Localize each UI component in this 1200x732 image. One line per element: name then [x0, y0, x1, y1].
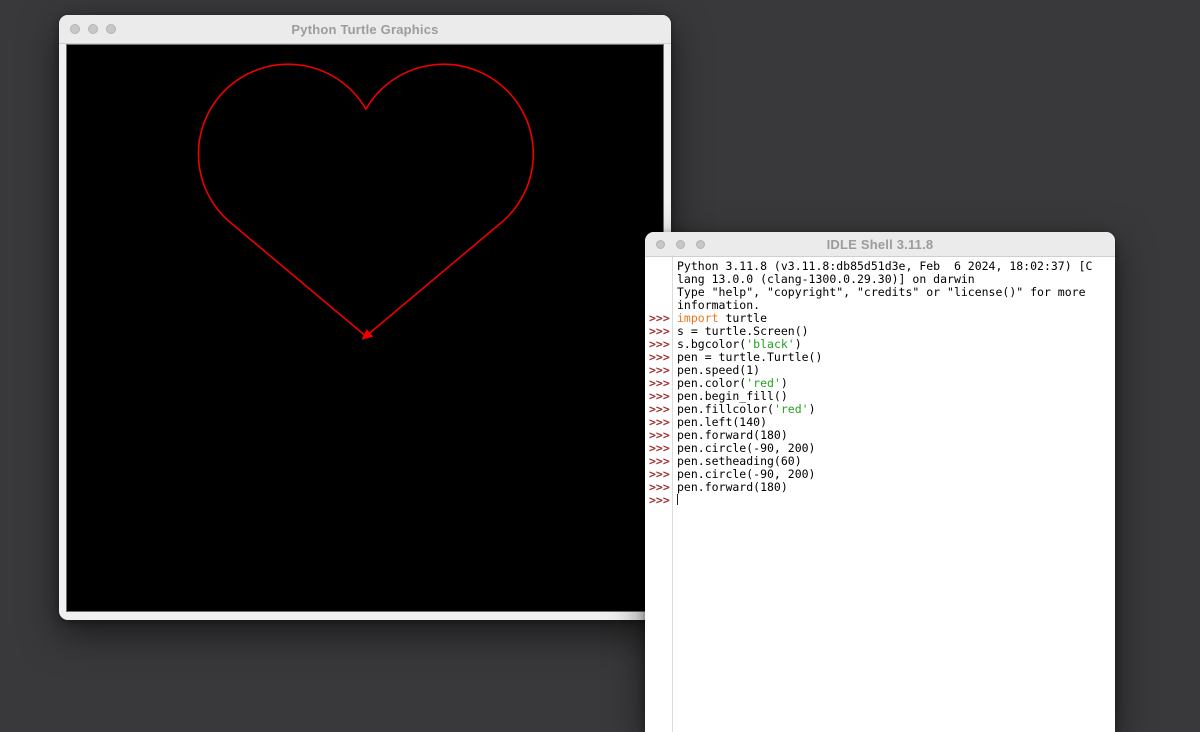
shell-gutter-blank [645, 286, 672, 299]
code-segment-text: ) [781, 376, 788, 390]
window-title: Python Turtle Graphics [291, 22, 438, 37]
shell-prompt: >>> [645, 494, 672, 507]
heart-drawing [198, 64, 533, 338]
turtle-canvas[interactable] [67, 45, 663, 611]
code-segment-text: pen.begin_fill() [677, 389, 788, 403]
code-segment-text: pen.circle(-90, 200) [677, 441, 815, 455]
code-segment-text: pen.color( [677, 376, 746, 390]
close-button[interactable] [656, 240, 665, 249]
window-title: IDLE Shell 3.11.8 [827, 237, 934, 252]
canvas-frame [66, 44, 664, 612]
code-segment-text: pen.speed(1) [677, 363, 760, 377]
text-caret [677, 494, 678, 505]
code-segment-text: pen.left(140) [677, 415, 767, 429]
window-controls [656, 232, 716, 256]
shell-output[interactable]: Python 3.11.8 (v3.11.8:db85d51d3e, Feb 6… [645, 257, 1115, 732]
code-segment-keyword: import [677, 311, 719, 325]
code-segment-text: turtle [719, 311, 767, 325]
shell-line: >>>pen.forward(180) [645, 481, 1115, 494]
gutter-divider [672, 257, 673, 732]
code-segment-text: lang 13.0.0 (clang-1300.0.29.30)] on dar… [677, 272, 975, 286]
code-segment-string: 'red' [774, 402, 809, 416]
turtle-graphics-window: Python Turtle Graphics [59, 15, 671, 620]
shell-line: >>> [645, 494, 1115, 507]
code-segment-text: pen.forward(180) [677, 480, 788, 494]
minimize-button[interactable] [676, 240, 685, 249]
code-segment-text: pen = turtle.Turtle() [677, 350, 822, 364]
close-button[interactable] [70, 24, 80, 34]
code-segment-text: information. [677, 298, 760, 312]
code-segment-text: pen.fillcolor( [677, 402, 774, 416]
shell-code-text: pen.forward(180) [672, 481, 788, 494]
code-segment-text: Type "help", "copyright", "credits" or "… [677, 285, 1086, 299]
code-segment-text: pen.setheading(60) [677, 454, 802, 468]
turtle-titlebar[interactable]: Python Turtle Graphics [59, 15, 671, 44]
zoom-button[interactable] [106, 24, 116, 34]
code-segment-text: pen.forward(180) [677, 428, 788, 442]
idle-shell-window: IDLE Shell 3.11.8 Python 3.11.8 (v3.11.8… [645, 232, 1115, 732]
window-controls [70, 15, 124, 43]
code-segment-text: ) [809, 402, 816, 416]
code-segment-string: 'black' [746, 337, 794, 351]
idle-titlebar[interactable]: IDLE Shell 3.11.8 [645, 232, 1115, 257]
shell-gutter-blank [645, 260, 672, 273]
code-segment-text: s.bgcolor( [677, 337, 746, 351]
minimize-button[interactable] [88, 24, 98, 34]
desktop: { "turtle_window": { "title": "Python Tu… [0, 0, 1200, 627]
code-segment-text: ) [795, 337, 802, 351]
code-segment-text: Python 3.11.8 (v3.11.8:db85d51d3e, Feb 6… [677, 259, 1092, 273]
zoom-button[interactable] [696, 240, 705, 249]
code-segment-text: pen.circle(-90, 200) [677, 467, 815, 481]
shell-gutter-blank [645, 273, 672, 286]
code-segment-text: s = turtle.Screen() [677, 324, 809, 338]
code-segment-string: 'red' [746, 376, 781, 390]
